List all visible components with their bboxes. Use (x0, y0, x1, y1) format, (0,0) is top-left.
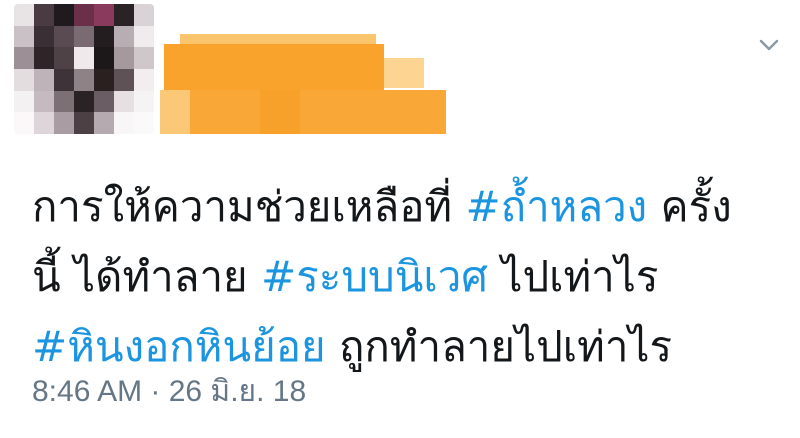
avatar-pixel (14, 25, 34, 48)
chevron-down-icon[interactable] (758, 34, 780, 56)
hashtag-link[interactable]: #หินงอกหินย้อย (32, 322, 326, 371)
avatar-pixel (114, 25, 134, 48)
avatar-pixel (74, 47, 94, 69)
avatar-pixel (54, 25, 74, 48)
avatar-pixel (134, 4, 154, 26)
avatar-pixel (94, 68, 114, 91)
avatar-pixel (94, 90, 114, 113)
avatar-pixel (134, 47, 154, 69)
avatar-pixel (74, 68, 94, 91)
avatar-pixel (34, 25, 54, 48)
avatar-pixel (34, 68, 54, 91)
avatar-pixel (54, 90, 74, 113)
avatar-pixel (34, 4, 54, 26)
tweet-timestamp[interactable]: 8:46 AM · 26 มิ.ย. 18 (32, 368, 306, 415)
avatar-pixel (114, 68, 134, 91)
avatar-pixel (134, 112, 154, 134)
avatar-pixel (94, 4, 114, 26)
tweet-text: การให้ความช่วยเหลือที่ #ถ้ำหลวง ครั้ง นี… (32, 172, 792, 382)
avatar-pixel (14, 112, 34, 134)
avatar-pixel (74, 90, 94, 113)
avatar-pixel (94, 112, 114, 134)
avatar-pixel (94, 47, 114, 69)
avatar-pixel (54, 4, 74, 26)
avatar-pixel (114, 112, 134, 134)
tweet-text-line: นี้ ได้ทำลาย #ระบบนิเวศ ไปเท่าไร (32, 242, 792, 312)
avatar-pixel (114, 47, 134, 69)
avatar-pixel (54, 112, 74, 134)
avatar-pixel (134, 68, 154, 91)
text-segment: ไปเท่าไร (487, 252, 659, 301)
avatar-pixel (54, 68, 74, 91)
text-segment: นี้ ได้ทำลาย (32, 252, 262, 301)
avatar-pixel (14, 4, 34, 26)
tweet-text-line: การให้ความช่วยเหลือที่ #ถ้ำหลวง ครั้ง (32, 172, 792, 242)
author-name-redacted[interactable] (160, 32, 460, 138)
text-segment: ครั้ง (647, 182, 732, 231)
avatar-pixel (34, 90, 54, 113)
avatar-pixel (14, 68, 34, 91)
avatar-pixel (114, 90, 134, 113)
hashtag-link[interactable]: #ระบบนิเวศ (261, 252, 488, 301)
avatar-pixel (74, 4, 94, 26)
hashtag-link[interactable]: #ถ้ำหลวง (465, 182, 647, 231)
text-segment: ถูกทำลายไปเท่าไร (325, 322, 673, 371)
text-segment: การให้ความช่วยเหลือที่ (32, 182, 466, 231)
avatar[interactable] (14, 4, 154, 134)
avatar-pixel (14, 90, 34, 113)
avatar-pixel (134, 90, 154, 113)
avatar-pixel (134, 25, 154, 48)
avatar-pixel (54, 47, 74, 69)
tweet-card: การให้ความช่วยเหลือที่ #ถ้ำหลวง ครั้ง นี… (0, 0, 800, 438)
avatar-pixel (14, 47, 34, 69)
avatar-pixel (74, 112, 94, 134)
avatar-pixel (74, 25, 94, 48)
avatar-pixel (34, 112, 54, 134)
avatar-pixel (114, 4, 134, 26)
avatar-pixel (34, 47, 54, 69)
avatar-pixel (94, 25, 114, 48)
